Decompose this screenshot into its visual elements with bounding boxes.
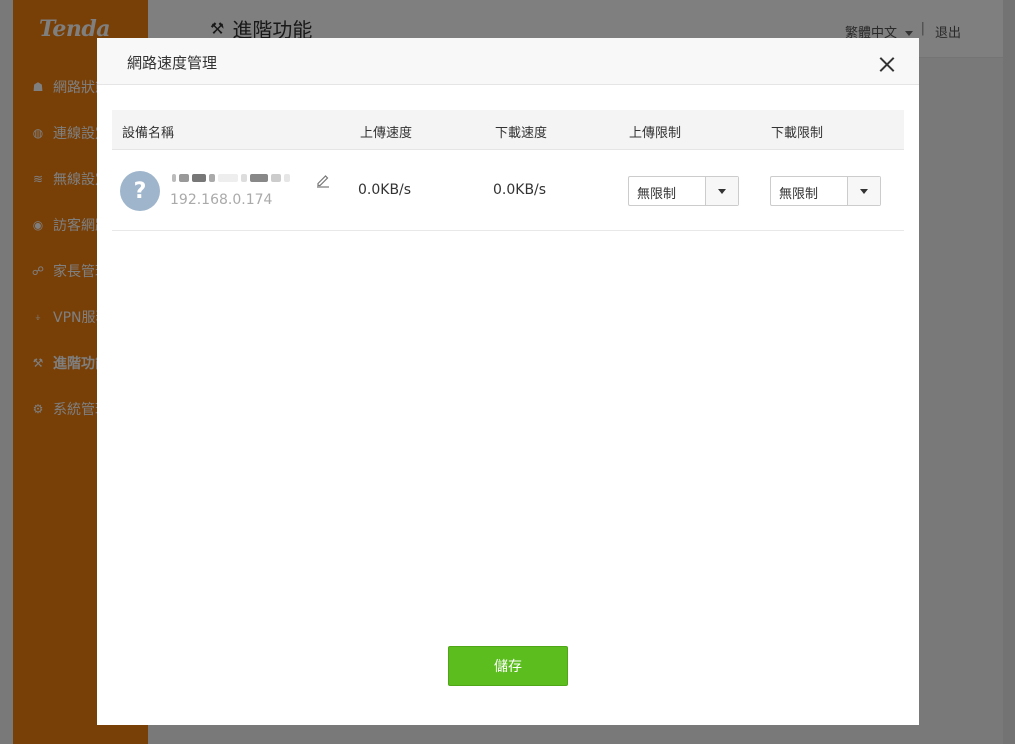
modal-header: 網路速度管理 bbox=[97, 38, 919, 85]
close-icon[interactable] bbox=[877, 54, 897, 74]
upload-speed-value: 0.0KB/s bbox=[358, 182, 412, 198]
device-speed-table: 設備名稱 上傳速度 下載速度 上傳限制 下載限制 ? 192.168.0.174… bbox=[112, 110, 904, 231]
table-header: 設備名稱 上傳速度 下載速度 上傳限制 下載限制 bbox=[112, 110, 904, 150]
download-limit-value: 無限制 bbox=[779, 187, 819, 202]
device-ip: 192.168.0.174 bbox=[170, 192, 273, 208]
modal-title: 網路速度管理 bbox=[127, 54, 218, 72]
table-row: ? 192.168.0.174 0.0KB/s 0.0KB/s 無限制 無限制 bbox=[112, 150, 904, 231]
speed-control-modal: 網路速度管理 設備名稱 上傳速度 下載速度 上傳限制 下載限制 ? 192.16… bbox=[97, 38, 919, 725]
upload-limit-select[interactable]: 無限制 bbox=[628, 176, 739, 206]
save-button[interactable]: 儲存 bbox=[448, 646, 568, 686]
download-limit-select[interactable]: 無限制 bbox=[770, 176, 881, 206]
chevron-down-icon[interactable] bbox=[705, 177, 738, 205]
column-header-device: 設備名稱 bbox=[122, 126, 175, 141]
unknown-device-icon: ? bbox=[120, 171, 160, 211]
device-name-redacted bbox=[172, 174, 290, 182]
column-header-upload-limit: 上傳限制 bbox=[629, 126, 682, 141]
download-speed-value: 0.0KB/s bbox=[493, 182, 547, 198]
column-header-upload-speed: 上傳速度 bbox=[360, 126, 413, 141]
column-header-download-speed: 下載速度 bbox=[495, 126, 548, 141]
chevron-down-icon[interactable] bbox=[847, 177, 880, 205]
edit-icon[interactable] bbox=[315, 172, 331, 188]
column-header-download-limit: 下載限制 bbox=[771, 126, 824, 141]
upload-limit-value: 無限制 bbox=[637, 187, 677, 202]
